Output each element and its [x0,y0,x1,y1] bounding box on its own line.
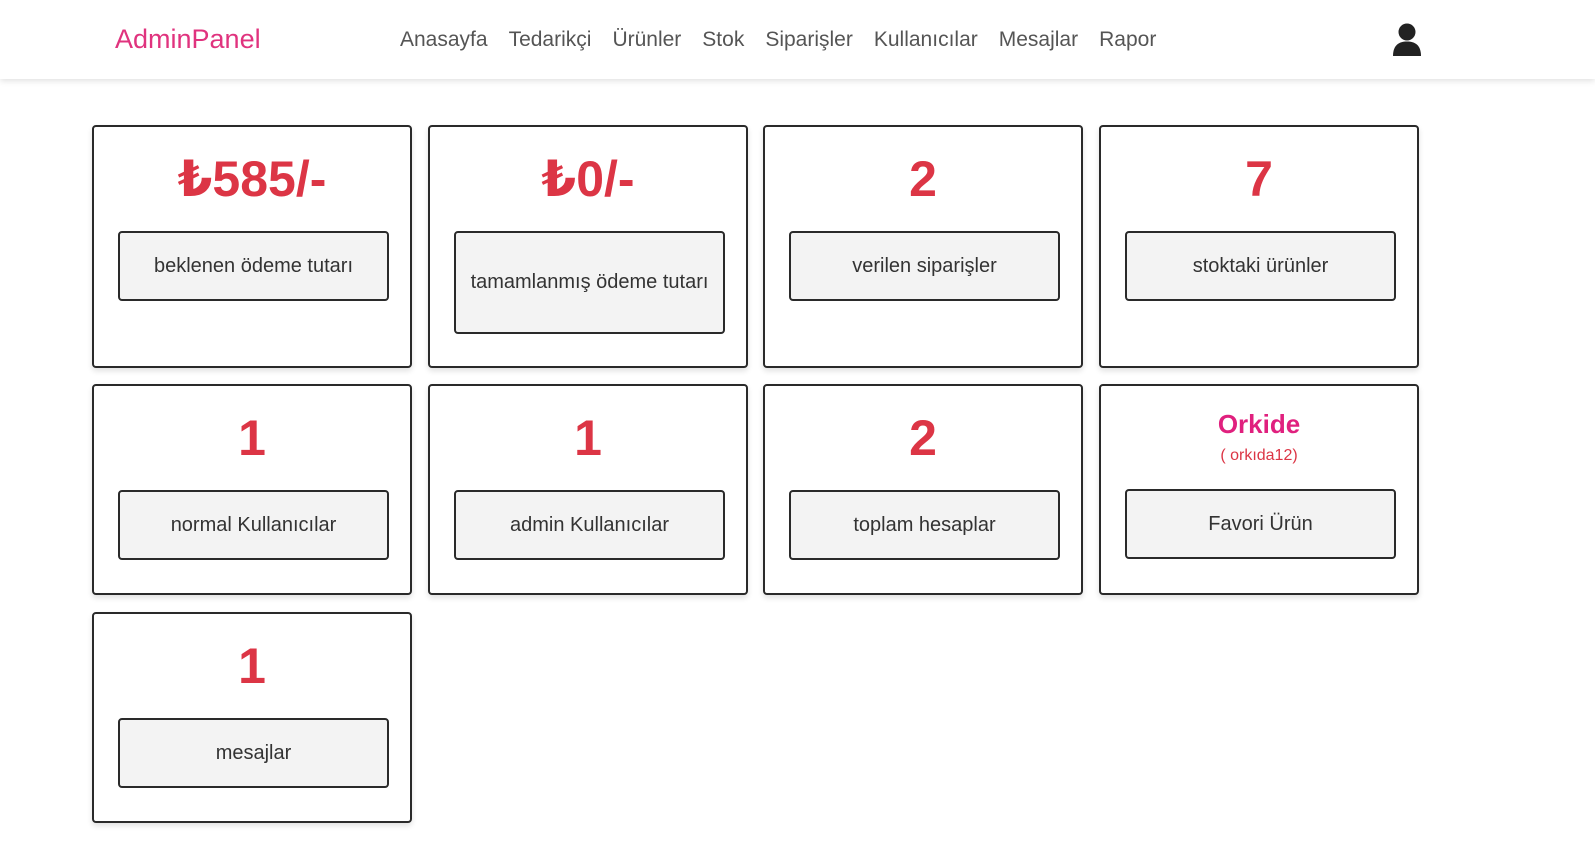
completed-payments-button[interactable]: tamamlanmış ödeme tutarı [454,231,725,334]
card-normal-users: 1 normal Kullanıcılar [92,384,412,595]
card-total-accounts: 2 toplam hesaplar [763,384,1083,595]
nav-link-home[interactable]: Anasayfa [400,26,488,54]
card-admin-users: 1 admin Kullanıcılar [428,384,748,595]
card-value: ₺585/- [177,151,327,207]
top-navbar: AdminPanel Anasayfa Tedarikçi Ürünler St… [0,0,1595,79]
card-value: 2 [909,410,937,466]
pending-payments-button[interactable]: beklenen ödeme tutarı [118,231,389,301]
favorite-product-button[interactable]: Favori Ürün [1125,489,1396,559]
total-accounts-button[interactable]: toplam hesaplar [789,490,1060,560]
card-pending-payments: ₺585/- beklenen ödeme tutarı [92,125,412,368]
products-in-stock-button[interactable]: stoktaki ürünler [1125,231,1396,301]
card-value: 7 [1245,151,1273,207]
main-nav: Anasayfa Tedarikçi Ürünler Stok Siparişl… [400,26,1177,54]
card-value: 1 [574,410,602,466]
card-messages: 1 mesajlar [92,612,412,823]
card-completed-payments: ₺0/- tamamlanmış ödeme tutarı [428,125,748,368]
card-placed-orders: 2 verilen siparişler [763,125,1083,368]
card-value: 1 [238,410,266,466]
card-value: 2 [909,151,937,207]
normal-users-button[interactable]: normal Kullanıcılar [118,490,389,560]
user-icon[interactable] [1392,22,1422,56]
favorite-product-name: Orkide [1217,409,1301,439]
favorite-product-code: ( orkıda12) [1220,447,1298,464]
nav-link-suppliers[interactable]: Tedarikçi [509,26,592,54]
nav-link-products[interactable]: Ürünler [612,26,681,54]
messages-button[interactable]: mesajlar [118,718,389,788]
nav-link-stock[interactable]: Stok [702,26,744,54]
placed-orders-button[interactable]: verilen siparişler [789,231,1060,301]
admin-users-button[interactable]: admin Kullanıcılar [454,490,725,560]
nav-link-orders[interactable]: Siparişler [765,26,853,54]
card-products-in-stock: 7 stoktaki ürünler [1099,125,1419,368]
nav-link-users[interactable]: Kullanıcılar [874,26,978,54]
card-value: ₺0/- [541,151,635,207]
nav-link-messages[interactable]: Mesajlar [999,26,1078,54]
card-favorite-product: Orkide ( orkıda12) Favori Ürün [1099,384,1419,595]
logo-link[interactable]: AdminPanel [115,22,261,56]
card-value: 1 [238,638,266,694]
nav-link-report[interactable]: Rapor [1099,26,1156,54]
